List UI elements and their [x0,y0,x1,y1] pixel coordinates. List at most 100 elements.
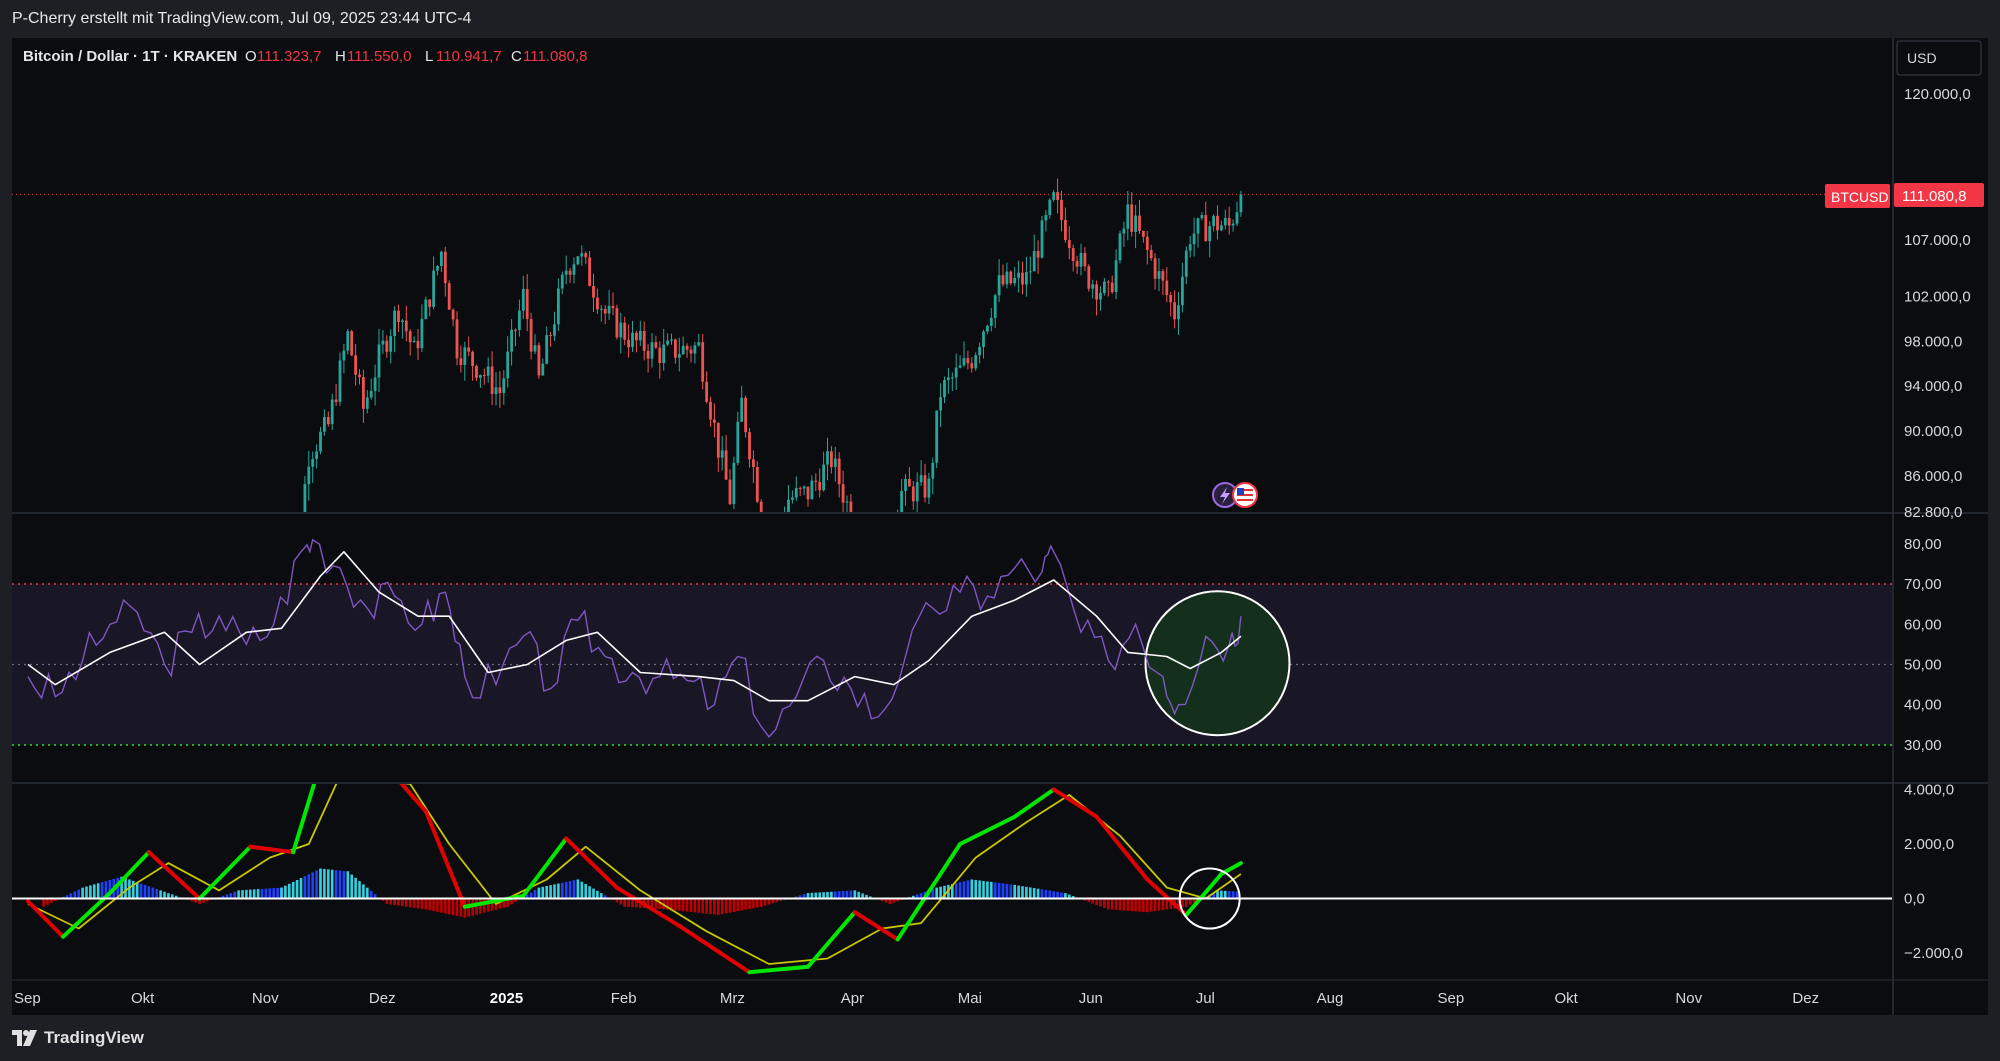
price-tick-label: 120.000,0 [1904,86,1971,103]
candle-body [467,347,471,352]
macd-panel [12,784,1892,975]
x-tick-label: Sep [1438,990,1465,1007]
candle-body [1196,218,1200,234]
macd-histogram-bar [159,890,162,899]
candle-body [833,458,837,468]
candle-body [603,308,607,314]
candle-body [666,340,669,345]
candle-body [498,387,502,394]
candle-body [993,295,997,318]
candle-body [1231,223,1235,226]
candle-body [443,251,447,284]
macd-line-segment [61,891,112,939]
candle-body [873,559,876,575]
currency-label: USD [1907,50,1937,66]
candle-body [416,340,420,349]
candle-body [802,486,806,489]
ohlc-open-label: O [245,48,257,65]
macd-histogram-bar [993,882,997,899]
macd-histogram-bar [849,890,853,899]
candle-body [885,531,888,573]
macd-histogram-bar [1126,898,1130,911]
macd-histogram-bar [42,898,45,907]
candle-body [966,358,970,364]
macd-line-segment [248,844,296,855]
macd-histogram-bar [354,877,357,899]
macd-histogram-bar [720,898,724,915]
candle-body [950,377,954,379]
macd-line-segment [806,910,857,969]
macd-histogram-bar [724,898,728,914]
candle-body [564,270,568,275]
candle-body [584,253,588,258]
macd-histogram-bar [1029,887,1032,899]
candle-body [475,365,478,378]
macd-histogram-bar [323,868,326,899]
macd-histogram-bar [401,898,404,907]
candle-body [572,264,576,275]
macd-histogram-bar [479,898,482,914]
candle-body [553,324,556,336]
macd-histogram-bar [1227,891,1231,899]
macd-histogram-bar [1103,898,1106,908]
macd-histogram-bar [623,898,626,907]
candle-body [935,410,939,463]
macd-histogram-bar [93,884,96,899]
candle-body [510,329,513,352]
candle-body [794,488,798,498]
price-tick-label: 102.000,0 [1904,288,1971,305]
event-markers[interactable] [1212,482,1258,508]
candle-body [412,340,416,343]
candle-body [358,374,361,378]
candle-body [471,351,474,366]
currency-selector[interactable]: USD [1896,40,1982,76]
macd-histogram-bar [1005,883,1009,899]
candle-body [1067,240,1071,249]
candle-body [330,399,334,425]
candle-body [420,318,424,349]
candle-body [545,335,549,364]
macd-histogram-bar [978,880,981,899]
macd-histogram-bar [1040,889,1044,899]
macd-histogram-bar [962,881,966,899]
candle-body [1071,248,1075,262]
macd-histogram-bar [537,887,541,899]
candle-body [350,331,354,356]
macd-histogram-bar [1021,886,1024,899]
candle-body [857,535,860,546]
candle-body [381,340,385,345]
macd-histogram-bar [73,891,77,899]
macd-histogram-bar [1153,898,1157,912]
rsi-highlight-circle [1144,590,1291,737]
rsi-tick-label: 80,00 [1904,536,1942,553]
macd-histogram-bar [1161,898,1165,910]
candle-body [623,322,627,340]
candle-body [982,331,985,347]
price-tick-label: 107.000,0 [1904,232,1971,249]
macd-histogram-bar [736,898,740,912]
macd-line-segment [1051,787,1099,819]
candle-body [970,363,974,369]
candle-body [818,481,822,491]
candle-body [919,475,923,483]
macd-histogram-bar [432,898,435,912]
badge-price: 111.080,8 [1902,188,1967,205]
macd-histogram-bar [1118,898,1122,911]
candle-body [635,332,638,341]
candle-body [915,482,919,502]
macd-histogram-bar [135,882,139,899]
candle-body [1223,218,1227,226]
macd-histogram-bar [412,898,416,908]
candle-body [533,345,537,352]
candle-body [772,545,775,558]
macd-histogram-bar [1056,891,1059,899]
candle-body [861,546,864,547]
candle-body [1083,253,1087,267]
candle-body [764,522,767,545]
macd-line-segment [399,784,428,814]
rsi-tick-label: 40,00 [1904,697,1942,714]
x-tick-label: Nov [252,990,279,1007]
candle-body [1079,253,1083,267]
macd-histogram-bar [249,889,252,899]
candle-body [627,339,630,348]
